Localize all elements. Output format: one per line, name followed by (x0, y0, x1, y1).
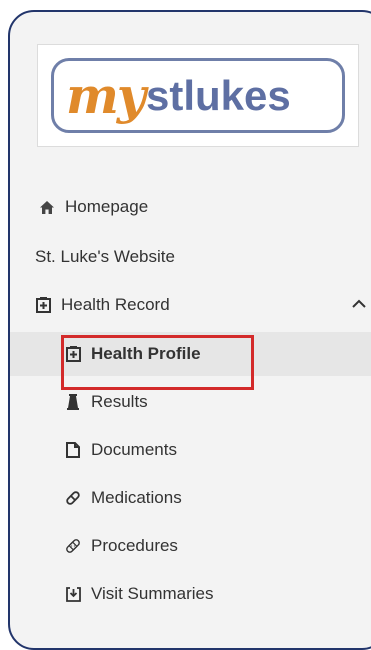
sidebar-frame: my stlukes Homepage St. Luke's Website H… (8, 10, 371, 650)
logo-my-text: my (66, 65, 146, 125)
nav-visit-summaries[interactable]: Visit Summaries (10, 572, 371, 616)
nav-health-record-label: Health Record (61, 295, 170, 314)
nav-homepage[interactable]: Homepage (10, 185, 371, 229)
pill-icon (65, 490, 81, 506)
document-icon (65, 442, 81, 458)
bandage-icon (65, 538, 81, 554)
nav-results-label: Results (91, 392, 148, 411)
nav-medications-label: Medications (91, 488, 182, 507)
chevron-up-icon[interactable] (351, 296, 367, 312)
nav-health-record[interactable]: Health Record (10, 283, 371, 327)
nav-medications[interactable]: Medications (10, 476, 371, 520)
nav-website-label: St. Luke's Website (35, 247, 175, 266)
nav-visit-summaries-label: Visit Summaries (91, 584, 214, 603)
nav-documents-label: Documents (91, 440, 177, 459)
highlight-annotation-box (61, 335, 254, 390)
medical-record-icon (35, 297, 51, 313)
nav-procedures-label: Procedures (91, 536, 178, 555)
nav-st-lukes-website[interactable]: St. Luke's Website (10, 235, 371, 279)
home-icon (39, 199, 55, 215)
flask-icon (65, 394, 81, 410)
logo-stlukes-text: stlukes (145, 71, 291, 119)
logo-card[interactable]: my stlukes (37, 44, 359, 147)
nav-procedures[interactable]: Procedures (10, 524, 371, 568)
download-box-icon (65, 586, 81, 602)
nav-documents[interactable]: Documents (10, 428, 371, 472)
logo: my stlukes (51, 58, 345, 133)
nav-homepage-label: Homepage (65, 197, 149, 216)
